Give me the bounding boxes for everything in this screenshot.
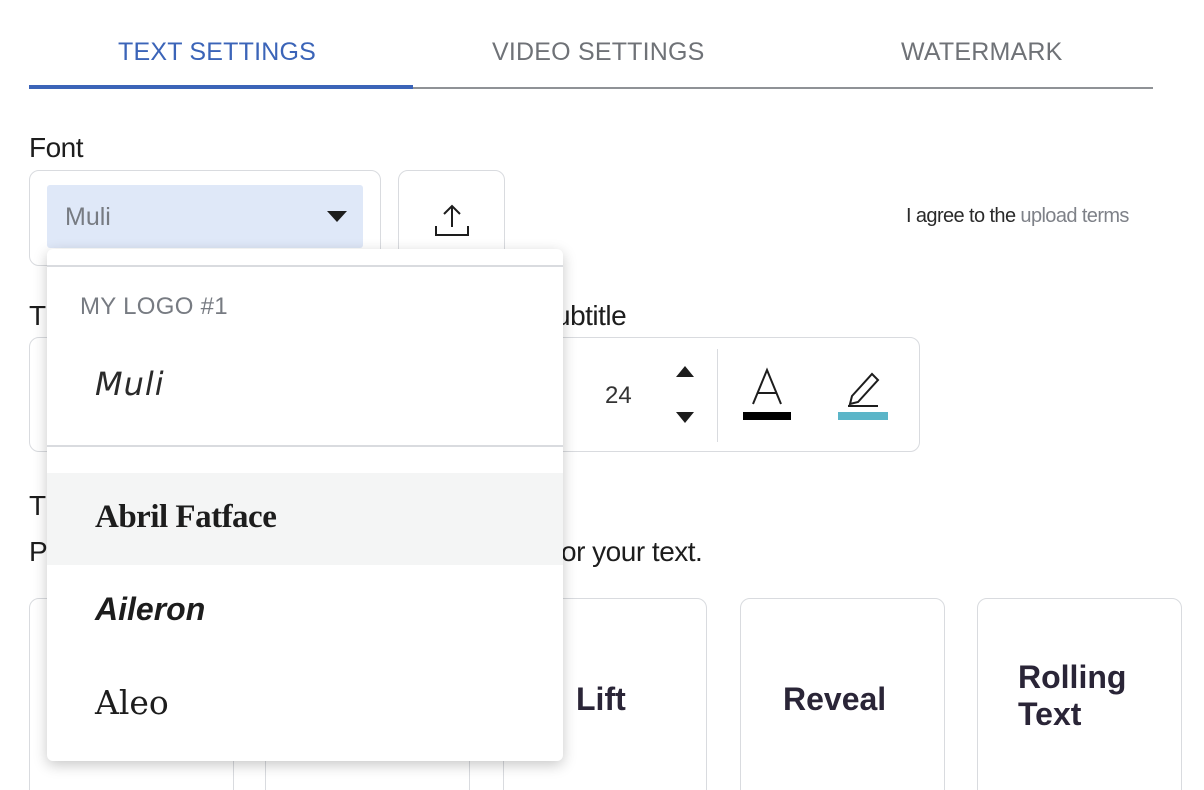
font-option-label: Muli (95, 365, 165, 403)
highlighter-icon[interactable] (838, 366, 888, 422)
animation-helper-fragment: P (29, 536, 48, 567)
tab-bar: TEXT SETTINGS VIDEO SETTINGS WATERMARK (29, 20, 1153, 89)
decrease-size-icon[interactable] (676, 412, 694, 423)
font-option-aleo[interactable]: Aleo (47, 657, 563, 749)
font-option-label: Aileron (95, 591, 206, 627)
text-style-label-fragment: T (29, 300, 47, 331)
dropdown-divider (47, 265, 563, 267)
tab-video-settings[interactable]: VIDEO SETTINGS (492, 38, 705, 67)
font-select-value: Muli (65, 203, 111, 231)
font-size-value[interactable]: 24 (605, 382, 632, 410)
font-select[interactable]: Muli (47, 185, 363, 248)
font-option-abril-fatface[interactable]: Abril Fatface (47, 473, 563, 565)
dropdown-group-label: MY LOGO #1 (80, 293, 228, 320)
animation-card-label: Reveal (783, 681, 887, 717)
increase-size-icon[interactable] (676, 366, 694, 377)
dropdown-divider (47, 445, 563, 447)
font-dropdown-menu: MY LOGO #1 Muli Abril Fatface Aileron Al… (47, 249, 563, 761)
upload-terms-link[interactable]: upload terms (1020, 205, 1129, 227)
font-option-muli[interactable]: Muli (47, 343, 563, 435)
animation-card-rolling-text[interactable]: Rolling Text (977, 598, 1182, 790)
animation-card-label: Lift (576, 681, 626, 717)
font-option-label: Aleo (95, 683, 169, 722)
animation-card-reveal[interactable]: Reveal (740, 598, 945, 790)
upload-terms-agreement: I agree to the upload terms (906, 205, 1129, 228)
font-option-label: Abril Fatface (95, 499, 277, 535)
animation-title-fragment: T (29, 490, 47, 521)
upload-icon (435, 204, 469, 236)
animation-card-label: Rolling Text (1018, 659, 1127, 732)
caret-down-icon (327, 211, 347, 222)
font-label: Font (29, 132, 84, 163)
text-color-icon[interactable] (743, 366, 791, 422)
tab-watermark[interactable]: WATERMARK (901, 38, 1063, 67)
animation-helper-text: or your text. (561, 536, 703, 567)
controls-divider (717, 349, 718, 442)
tab-text-settings[interactable]: TEXT SETTINGS (118, 38, 316, 67)
agree-text: I agree to the (906, 205, 1021, 227)
active-tab-indicator (29, 85, 413, 89)
font-option-aileron[interactable]: Aileron (47, 565, 563, 657)
